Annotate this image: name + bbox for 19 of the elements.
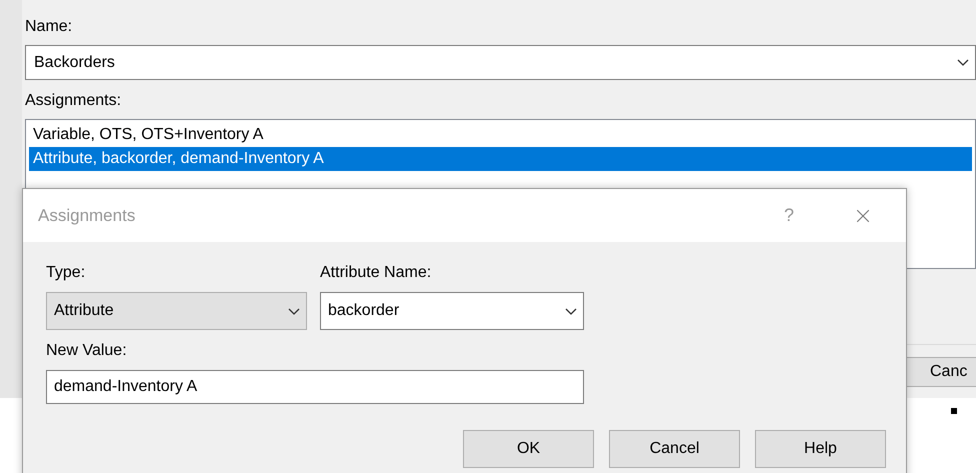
field-label: Name: — [25, 18, 74, 36]
bullet-icon — [951, 408, 957, 414]
dialog-title: Assignments — [38, 206, 136, 226]
dialog-button[interactable]: Help — [755, 430, 886, 468]
list-item[interactable]: Attribute, backorder, demand-Inventory A — [29, 147, 972, 171]
field-label: Attribute Name: — [320, 264, 432, 282]
field-label: Type: — [46, 264, 86, 282]
partial-button[interactable]: Canc — [905, 356, 976, 386]
chevron-down-icon — [288, 308, 300, 314]
list-item[interactable]: Variable, OTS, OTS+Inventory A — [29, 123, 972, 147]
new-value-field[interactable]: demand-Inventory A — [46, 370, 584, 404]
name-combobox[interactable]: Backorders — [25, 45, 976, 80]
field-label: New Value: — [46, 342, 128, 360]
attribute-name-dropdown[interactable]: backorder — [320, 292, 584, 330]
field-label: Assignments: — [25, 92, 122, 110]
dialog-button[interactable]: OK — [463, 430, 594, 468]
chevron-down-icon — [565, 308, 577, 314]
dialog-button[interactable]: Cancel — [609, 430, 740, 468]
chevron-down-icon — [957, 59, 969, 66]
